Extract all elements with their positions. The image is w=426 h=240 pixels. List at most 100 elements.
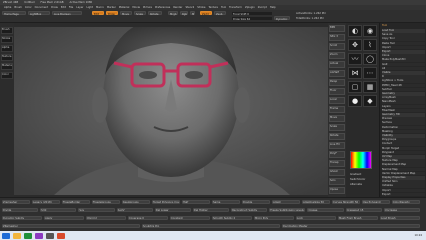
tray-item[interactable]: Polygroups (382, 138, 425, 142)
bottom-tray-button[interactable]: Legacy (2018) (32, 200, 60, 204)
explorer-icon[interactable] (13, 232, 21, 239)
menu-item[interactable]: Zplugin (245, 6, 255, 9)
bottom-tray-button[interactable]: FreezeBorder (62, 200, 90, 204)
menu-item[interactable]: Transform (229, 6, 242, 9)
rgb-button[interactable]: Rgb (180, 11, 188, 16)
edit-mode-button[interactable]: Edit (92, 11, 104, 16)
scale-mode-button[interactable]: Scale (134, 11, 146, 16)
menu-item[interactable]: Draw (51, 6, 58, 9)
bottom-tray-button[interactable]: Constant (170, 216, 210, 220)
tray-item[interactable]: Paste Tool (382, 41, 425, 46)
inflate-brush-icon[interactable]: ◯ (363, 53, 377, 65)
menu-item[interactable]: Zscript (258, 6, 267, 9)
bottom-tray-button[interactable]: Lock (296, 216, 336, 220)
tray-item[interactable]: Morph Target (382, 146, 425, 151)
right-shelf-button[interactable]: Solo (329, 178, 345, 185)
mrgb-button[interactable]: Mrgb (168, 11, 178, 16)
menu-item[interactable]: Movie (132, 6, 140, 9)
matcap-material-icon[interactable]: ● (348, 95, 362, 107)
left-shelf-item[interactable]: Alpha (1, 45, 13, 52)
tray-item[interactable]: FiberMesh (382, 108, 425, 113)
tray-item[interactable]: PM3D_Head 48 (382, 83, 425, 88)
tray-item[interactable]: Polypaint (382, 150, 425, 155)
clay-buildup-icon[interactable]: ◉ (363, 25, 377, 37)
texture-off-icon[interactable]: ▦ (363, 81, 377, 93)
tray-item[interactable]: Texture Map (382, 159, 425, 163)
menu-item[interactable]: Picture (143, 6, 152, 9)
menu-item[interactable]: Brush (14, 6, 22, 9)
tray-item[interactable]: Display Properties (382, 176, 425, 180)
bottom-tray-button[interactable]: Crease (307, 208, 344, 212)
bottom-tray-button[interactable]: Decimation Master (282, 224, 420, 228)
bottom-tray-button[interactable]: Del Lower (154, 208, 191, 212)
bottom-tray-button[interactable]: Freeze SubDivision Levels (269, 208, 306, 212)
draw-mode-button[interactable]: Draw (106, 11, 118, 16)
lightbox-button[interactable]: LightBox (28, 11, 50, 16)
menu-item[interactable]: Marker (107, 6, 116, 9)
bottom-tray-button[interactable]: CreaseLvl 15 (345, 208, 382, 212)
tray-item[interactable]: Import (382, 45, 425, 50)
bottom-tray-button[interactable]: AdaptiveSize 50 (302, 200, 330, 204)
bottom-tray-button[interactable]: ReUV (116, 208, 153, 212)
tray-item[interactable]: Load Tool (382, 29, 425, 33)
right-shelf-button[interactable]: PolyF (329, 151, 345, 158)
right-shelf-button[interactable]: AAHalf (329, 70, 345, 77)
bottom-tray-button[interactable]: ColorDensity (392, 200, 420, 204)
alternate-label[interactable]: Alternate (350, 183, 362, 186)
tray-item[interactable]: Displacement Map (382, 163, 425, 167)
tray-item[interactable]: Vector Displacement Map (382, 171, 425, 176)
right-shelf-button[interactable]: Move (329, 115, 345, 122)
menu-item[interactable]: Light (86, 6, 92, 9)
bottom-tray-button[interactable]: Dynamic Subdiv (2, 216, 42, 220)
tray-item[interactable]: All (382, 66, 425, 71)
move-mode-button[interactable]: Move (120, 11, 132, 16)
right-shelf-button[interactable]: Floor (329, 88, 345, 95)
right-shelf-button[interactable]: Persp (329, 79, 345, 86)
menu-item[interactable]: Tool (221, 6, 226, 9)
bottom-tray-button[interactable]: Suv (78, 208, 115, 212)
tray-item[interactable]: UV Map (382, 155, 425, 159)
bottom-tray-button[interactable]: Smooth Subdiv 2 (212, 216, 252, 220)
viewport-canvas[interactable] (14, 27, 328, 195)
m-button[interactable]: M (190, 11, 195, 16)
bottom-tray-button[interactable]: Smt (40, 208, 77, 212)
tray-item[interactable]: Initialize (382, 184, 425, 188)
bottom-tray-button[interactable]: FreezeGroups (92, 200, 120, 204)
tray-item[interactable]: Geometry (382, 92, 425, 96)
bottom-tray-button[interactable]: Use Polypaint (362, 200, 390, 204)
right-shelf-button[interactable]: Ghost (329, 169, 345, 176)
bottom-tray-button[interactable]: Curves Strength 50 (332, 200, 360, 204)
menu-item[interactable]: Material (119, 6, 130, 9)
tray-item[interactable]: Contact (382, 142, 425, 146)
tray-item[interactable]: Preview (382, 117, 425, 121)
menu-item[interactable]: Layer (76, 6, 83, 9)
pinch-brush-icon[interactable]: ⋈ (348, 67, 362, 79)
bottom-tray-button[interactable]: Mesh From Brush (338, 216, 378, 220)
tray-item[interactable]: Export (382, 192, 425, 197)
bottom-tray-button[interactable]: Adapt (272, 200, 300, 204)
tray-item[interactable]: Surface (382, 121, 425, 125)
bottom-tray-button[interactable]: Coverage 0 (128, 216, 168, 220)
right-shelf-button[interactable]: Xpose (329, 187, 345, 194)
tray-item[interactable]: Clone (382, 54, 425, 58)
tray-item[interactable]: Masking (382, 129, 425, 134)
bottom-tray-button[interactable]: Del Higher (192, 208, 230, 212)
right-shelf-button[interactable]: Actual (329, 61, 345, 68)
tray-item[interactable]: Visibility (382, 134, 425, 138)
left-shelf-item[interactable]: Material (1, 63, 13, 70)
color-picker[interactable] (350, 151, 372, 169)
tray-item[interactable]: Layers (382, 104, 425, 109)
left-shelf-item[interactable]: Color (1, 72, 13, 79)
move-brush-icon[interactable]: ✥ (348, 39, 362, 51)
zbrush-taskbar-icon[interactable] (46, 232, 54, 239)
dots-stroke-icon[interactable]: ⋯ (363, 67, 377, 79)
standard-brush-icon[interactable]: ◐ (348, 25, 362, 37)
bottom-tray-button[interactable]: Zremesher (2, 200, 30, 204)
zsub-button[interactable]: Zsub (214, 11, 226, 16)
menu-item[interactable]: Color (25, 6, 32, 9)
bottom-tray-button[interactable]: Micro Poly (254, 216, 294, 220)
bottom-tray-button[interactable]: Double (242, 200, 270, 204)
home-page-button[interactable]: Home Page (2, 11, 26, 16)
app-icon-2[interactable] (57, 232, 65, 239)
right-shelf-button[interactable]: Local (329, 97, 345, 104)
